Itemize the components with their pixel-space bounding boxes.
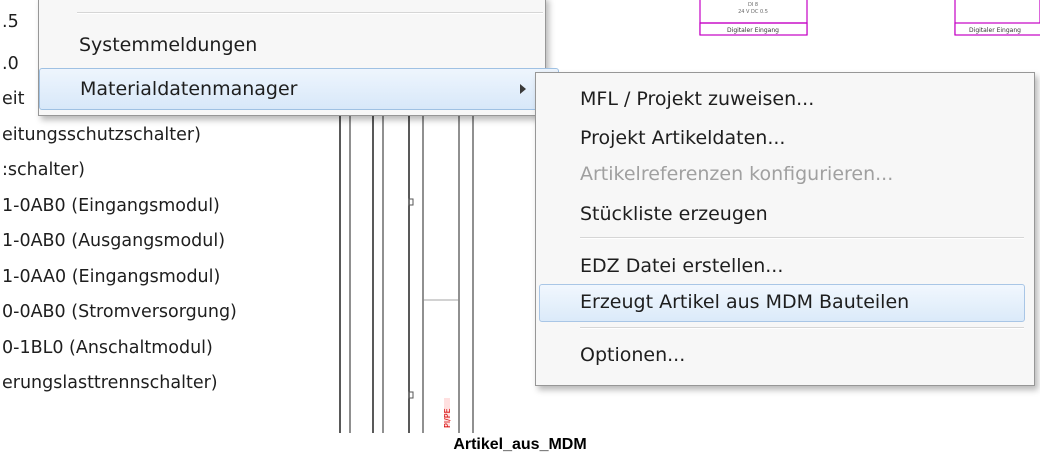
tree-item[interactable]: 1-0AA0 (Eingangsmodul) <box>2 266 220 288</box>
tree-item[interactable]: :schalter) <box>2 159 85 181</box>
tree-item[interactable]: eit <box>2 88 25 110</box>
menu-separator <box>580 237 1024 239</box>
tree-item[interactable]: .5 <box>2 11 19 33</box>
tree-item[interactable]: 0-0AB0 (Stromversorgung) <box>2 301 237 323</box>
menu-separator <box>580 327 1024 329</box>
menu-separator <box>77 12 543 14</box>
context-menu-main: Systemmeldungen Materialdatenmanager <box>38 0 559 116</box>
context-submenu-materialdatenmanager: MFL / Projekt zuweisen... Projekt Artike… <box>535 72 1035 386</box>
menu-item-erzeugt-artikel-aus-mdm[interactable]: Erzeugt Artikel aus MDM Bauteilen <box>539 284 1025 322</box>
tree-item[interactable]: 0-1BL0 (Anschaltmodul) <box>2 337 213 359</box>
tree-item[interactable]: erungslasttrennschalter) <box>2 372 218 394</box>
svg-text:DI 8: DI 8 <box>748 2 758 8</box>
menu-item-materialdatenmanager[interactable]: Materialdatenmanager <box>39 68 559 110</box>
menu-item-artikelreferenzen-konfigurieren: Artikelreferenzen konfigurieren... <box>580 163 894 185</box>
menu-item-label: Materialdatenmanager <box>80 78 298 100</box>
menu-item-label: Erzeugt Artikel aus MDM Bauteilen <box>580 291 910 313</box>
menu-item-projekt-artikeldaten[interactable]: Projekt Artikeldaten... <box>580 121 785 155</box>
tree-item[interactable]: .0 <box>2 53 19 75</box>
tree-item[interactable]: eitungsschutzschalter) <box>2 124 201 146</box>
tree-item[interactable]: 1-0AB0 (Ausgangsmodul) <box>2 230 225 252</box>
figure-caption: Artikel_aus_MDM <box>453 436 587 453</box>
submenu-arrow-icon <box>520 84 526 94</box>
digital-input-block-2[interactable]: Digitaler Eingang <box>954 0 1040 36</box>
menu-item-optionen[interactable]: Optionen... <box>580 338 685 372</box>
menu-item-systemmeldungen[interactable]: Systemmeldungen <box>79 25 257 65</box>
svg-text:Digitaler Eingang: Digitaler Eingang <box>727 27 779 34</box>
svg-text:Digitaler Eingang: Digitaler Eingang <box>969 27 1021 34</box>
vertical-red-label: Pl/PE <box>443 408 452 428</box>
menu-item-stueckliste-erzeugen[interactable]: Stückliste erzeugen <box>580 197 768 231</box>
svg-text:24 V DC 0.5: 24 V DC 0.5 <box>738 9 768 15</box>
digital-input-block-1[interactable]: DI 8 24 V DC 0.5 Digitaler Eingang <box>699 0 808 36</box>
menu-item-edz-datei-erstellen[interactable]: EDZ Datei erstellen... <box>580 249 783 283</box>
menu-item-mfl-projekt-zuweisen[interactable]: MFL / Projekt zuweisen... <box>580 82 814 116</box>
tree-item[interactable]: 1-0AB0 (Eingangsmodul) <box>2 195 220 217</box>
